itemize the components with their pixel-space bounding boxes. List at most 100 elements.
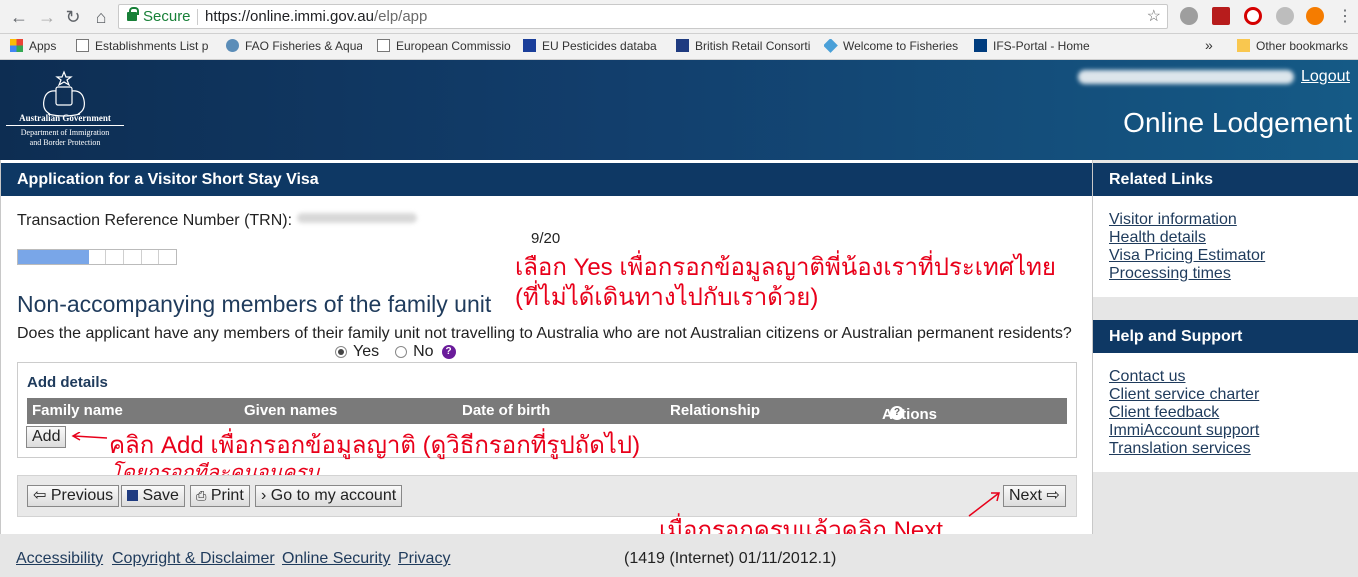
- progress-segment: [124, 250, 142, 264]
- address-bar[interactable]: Secure https://online.immi.gov.au/elp/ap…: [118, 4, 1168, 29]
- home-icon[interactable]: ⌂: [90, 6, 112, 28]
- add-button[interactable]: Add: [26, 426, 67, 448]
- brc-icon: [676, 39, 689, 52]
- page-icon: [377, 39, 390, 52]
- family-table-header: Family name Given names Date of birth Re…: [27, 398, 1067, 424]
- apps-grid-icon: [10, 39, 23, 52]
- column-given-names: Given names: [244, 402, 338, 419]
- progress-segment: [142, 250, 160, 264]
- other-bookmarks[interactable]: Other bookmarks: [1237, 39, 1348, 53]
- footer-link-accessibility[interactable]: Accessibility: [16, 550, 103, 568]
- site-header: Australian Government Department of Immi…: [0, 60, 1358, 160]
- column-date-of-birth: Date of birth: [462, 402, 551, 419]
- yes-radio[interactable]: [335, 346, 347, 358]
- progress-segment: [35, 250, 54, 264]
- lock-icon: [127, 7, 139, 21]
- folder-icon: [1237, 39, 1250, 52]
- bookmark-item[interactable]: IFS-Portal - Home: [974, 39, 1104, 53]
- footer-link-online-security[interactable]: Online Security: [282, 550, 391, 568]
- link-visa-pricing-estimator[interactable]: Visa Pricing Estimator: [1109, 247, 1342, 265]
- progress-counter: 9/20: [531, 230, 561, 247]
- printer-icon: ⎙: [196, 488, 207, 503]
- help-support-title: Help and Support: [1093, 320, 1358, 353]
- bookmark-item[interactable]: EU Pesticides databa: [523, 39, 663, 53]
- column-family-name: Family name: [32, 402, 123, 419]
- coat-of-arms-icon: [43, 70, 85, 117]
- government-logo-text: Australian Government Department of Immi…: [6, 113, 124, 148]
- annotation-arrow-add: [71, 432, 108, 441]
- previous-button[interactable]: ⇦ Previous: [27, 485, 120, 507]
- floppy-disk-icon: [127, 490, 138, 501]
- chevron-right-icon: ›: [261, 487, 267, 504]
- eu-flag-icon: [523, 39, 536, 52]
- progress-bar: [17, 249, 177, 265]
- bookmark-item[interactable]: Welcome to Fisheries: [824, 39, 964, 53]
- bookmark-apps[interactable]: Apps: [10, 39, 56, 53]
- no-radio[interactable]: [395, 346, 408, 358]
- app-title: Online Lodgement: [1123, 107, 1352, 138]
- main-panel: Application for a Visitor Short Stay Vis…: [0, 160, 1093, 544]
- column-relationship: Relationship: [670, 402, 761, 419]
- link-contact-us[interactable]: Contact us: [1109, 368, 1342, 386]
- link-immiaccount-support[interactable]: ImmiAccount support: [1109, 422, 1342, 440]
- fao-icon: [226, 39, 239, 52]
- progress-segment: [159, 250, 176, 264]
- progress-segment: [106, 250, 125, 264]
- related-links-title: Related Links: [1093, 163, 1358, 196]
- progress-segment: [53, 250, 72, 264]
- next-button[interactable]: Next ⇨: [1003, 485, 1066, 507]
- profile-extension-icon[interactable]: [1306, 7, 1324, 25]
- back-arrow-icon[interactable]: ←: [8, 6, 30, 28]
- link-translation-services[interactable]: Translation services: [1109, 440, 1342, 458]
- forward-arrow-icon[interactable]: →: [36, 6, 58, 28]
- opera-extension-icon[interactable]: [1244, 7, 1262, 25]
- username-redacted: [1078, 70, 1294, 84]
- link-client-feedback[interactable]: Client feedback: [1109, 404, 1342, 422]
- sidebar: Related Links Visitor information Health…: [1093, 160, 1358, 534]
- progress-segment: [71, 250, 89, 264]
- bookmark-item[interactable]: Establishments List p: [76, 39, 212, 53]
- help-support-box: Help and Support Contact us Client servi…: [1093, 320, 1358, 472]
- application-heading: Application for a Visitor Short Stay Vis…: [1, 163, 1092, 196]
- bookmark-item[interactable]: British Retail Consorti: [676, 39, 812, 53]
- pdf-extension-icon[interactable]: [1212, 7, 1230, 25]
- logout-link[interactable]: Logout: [1301, 68, 1350, 86]
- settings-extension-icon[interactable]: [1276, 7, 1294, 25]
- footer-link-privacy[interactable]: Privacy: [398, 550, 450, 568]
- related-links-box: Related Links Visitor information Health…: [1093, 163, 1358, 297]
- secure-indicator[interactable]: Secure: [127, 5, 191, 28]
- trn-redacted: [296, 213, 417, 223]
- annotation-yes-note: เลือก Yes เพื่อกรอกข้อมูลญาติพี่น้องเราท…: [515, 254, 1056, 311]
- bookmarks-bar: Apps Establishments List p FAO Fisheries…: [0, 34, 1358, 60]
- save-button[interactable]: Save: [121, 485, 185, 507]
- go-to-account-button[interactable]: › Go to my account: [255, 485, 403, 507]
- progress-segment: [89, 250, 107, 264]
- reload-icon[interactable]: ↻: [62, 6, 84, 28]
- help-question-icon[interactable]: ?: [441, 345, 456, 359]
- browser-toolbar: ← → ↻ ⌂ Secure https://online.immi.gov.a…: [0, 0, 1358, 34]
- footer-link-copyright[interactable]: Copyright & Disclaimer: [112, 550, 275, 568]
- family-question: Does the applicant have any members of t…: [17, 325, 1072, 342]
- bookmarks-overflow[interactable]: »: [1205, 37, 1213, 53]
- print-button[interactable]: ⎙ Print: [190, 485, 250, 507]
- ifs-icon: [974, 39, 987, 52]
- bookmark-star-icon[interactable]: ☆: [1147, 5, 1161, 28]
- add-details-title: Add details: [27, 374, 108, 391]
- url-text: https://online.immi.gov.au/elp/app: [205, 8, 428, 25]
- page-footer: Accessibility Copyright & Disclaimer Onl…: [0, 534, 1358, 577]
- link-visitor-information[interactable]: Visitor information: [1109, 211, 1342, 229]
- page-icon: [76, 39, 89, 52]
- progress-segment: [18, 250, 36, 264]
- menu-kebab-icon[interactable]: ⋮: [1334, 6, 1356, 28]
- globe-extension-icon[interactable]: [1180, 7, 1198, 25]
- link-processing-times[interactable]: Processing times: [1109, 265, 1342, 283]
- yes-no-radio-group: Yes No ?: [335, 343, 456, 361]
- arrow-right-icon: ⇨: [1046, 487, 1060, 504]
- link-client-service-charter[interactable]: Client service charter: [1109, 386, 1342, 404]
- trn-row: Transaction Reference Number (TRN):: [17, 212, 417, 230]
- bookmark-item[interactable]: FAO Fisheries & Aqua: [226, 39, 362, 53]
- annotation-arrow-next: [968, 492, 1000, 517]
- actions-help-icon[interactable]: ?: [890, 406, 904, 420]
- bookmark-item[interactable]: European Commissio: [377, 39, 513, 53]
- link-health-details[interactable]: Health details: [1109, 229, 1342, 247]
